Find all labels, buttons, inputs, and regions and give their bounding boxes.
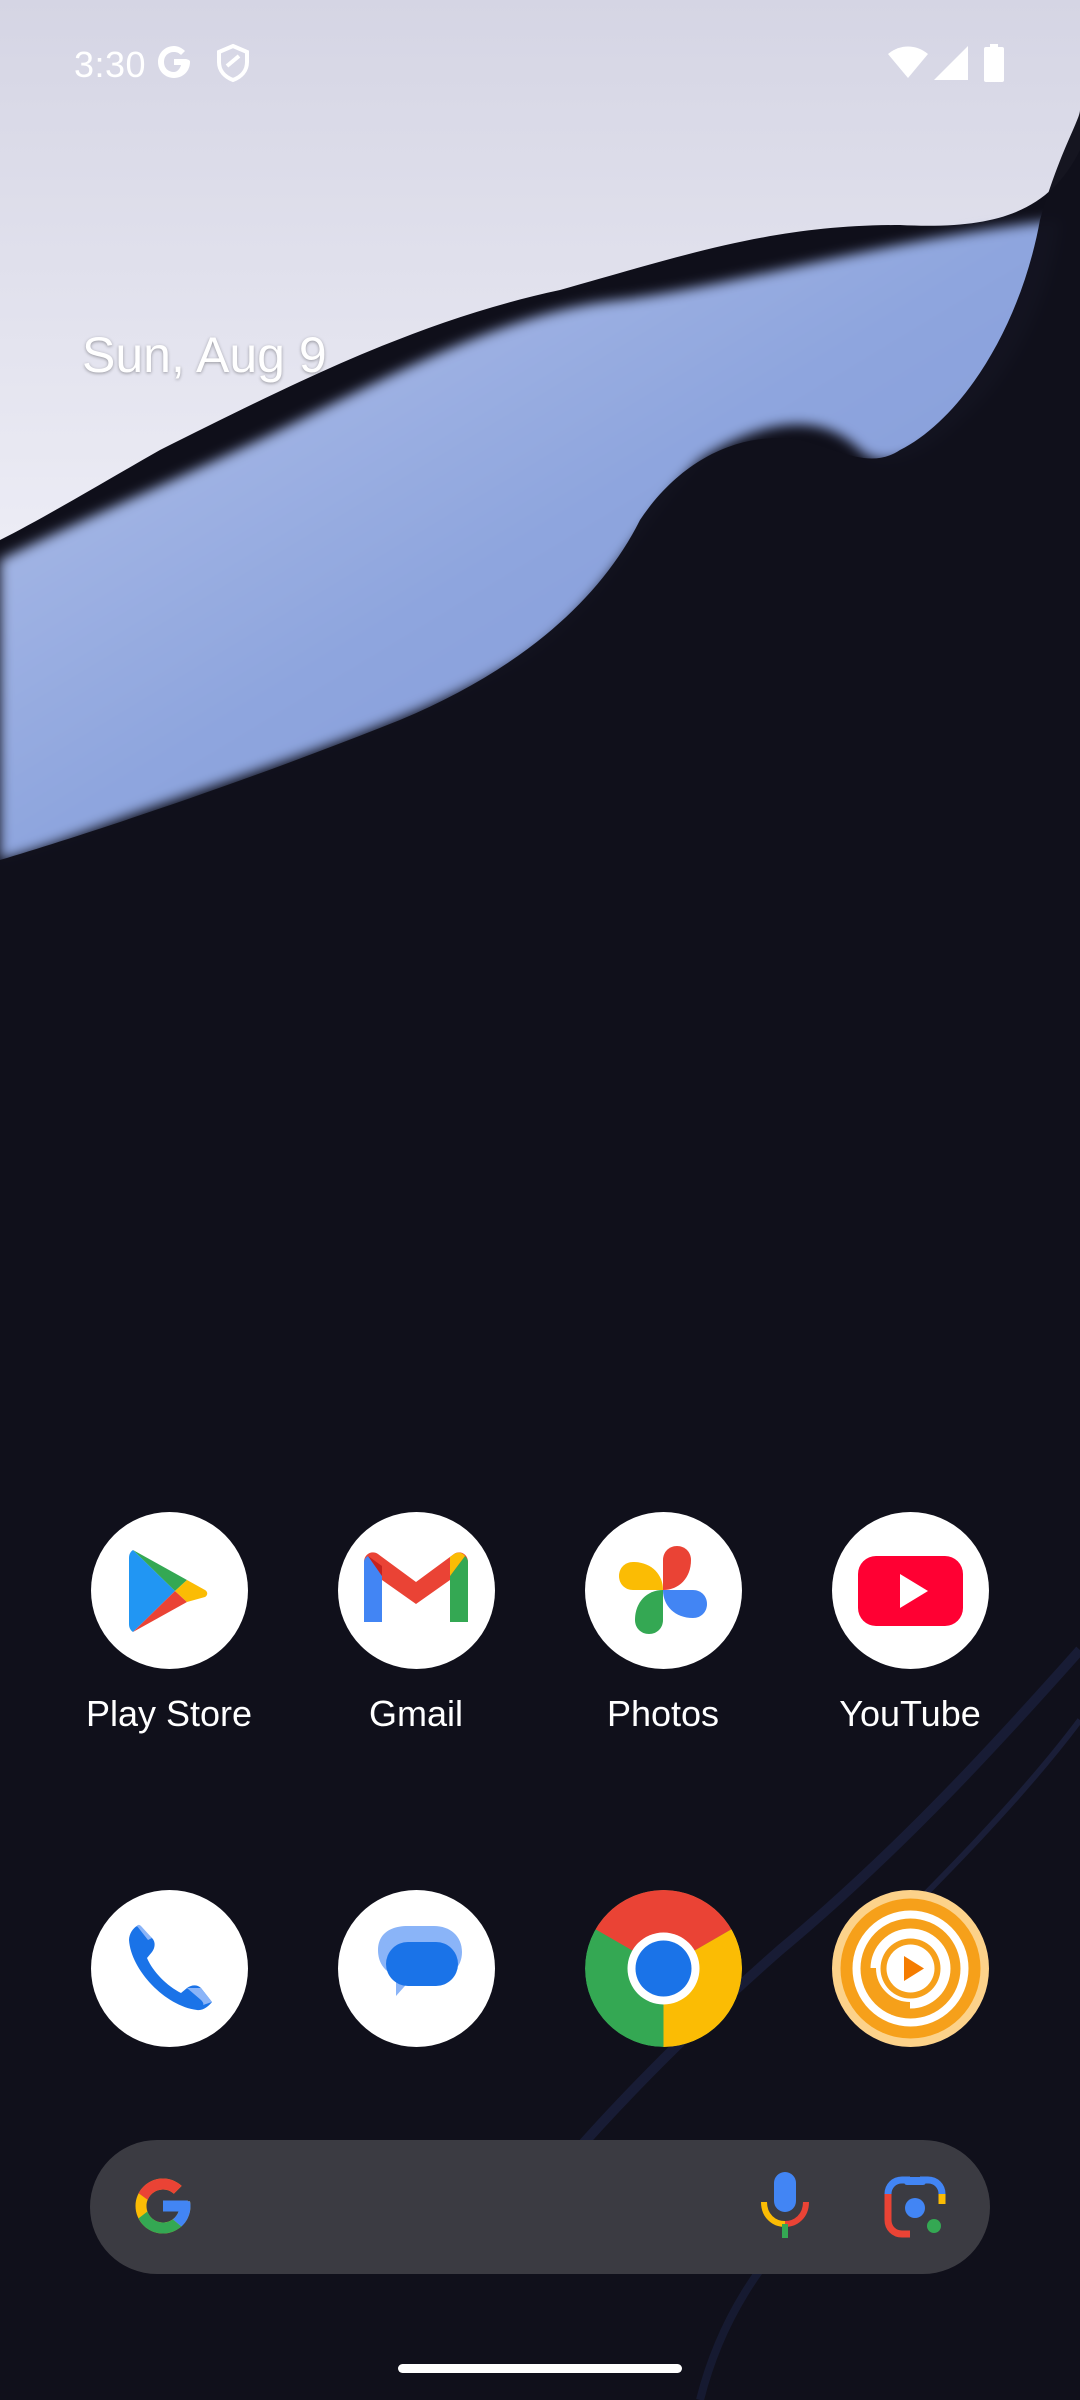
play-store-icon xyxy=(90,1512,248,1669)
gmail-icon xyxy=(337,1512,495,1669)
microphone-icon[interactable] xyxy=(758,2170,812,2246)
app-label: Gmail xyxy=(368,1693,463,1734)
phone-icon xyxy=(90,1890,248,2047)
google-lens-icon[interactable] xyxy=(882,2174,948,2244)
cellular-signal-icon xyxy=(934,46,968,84)
photos-icon xyxy=(584,1512,742,1669)
google-g-icon xyxy=(130,2173,196,2243)
app-photos[interactable]: Photos xyxy=(543,1512,783,1735)
battery-icon xyxy=(984,44,1004,86)
status-bar: 3:30 xyxy=(0,0,1080,130)
app-phone[interactable] xyxy=(49,1890,289,2047)
google-search-bar[interactable] xyxy=(90,2140,990,2274)
app-messages[interactable] xyxy=(296,1890,536,2047)
wifi-icon xyxy=(888,46,928,84)
date-widget[interactable]: Sun, Aug 9 xyxy=(82,326,327,384)
gesture-nav-handle[interactable] xyxy=(398,2364,682,2373)
shield-icon xyxy=(216,43,250,86)
messages-icon xyxy=(337,1890,495,2047)
app-gmail[interactable]: Gmail xyxy=(296,1512,536,1735)
app-podcast-player[interactable] xyxy=(790,1890,1030,2047)
app-play-store[interactable]: Play Store xyxy=(49,1512,289,1735)
app-label: Photos xyxy=(606,1693,720,1734)
youtube-icon xyxy=(831,1512,989,1669)
status-time: 3:30 xyxy=(74,44,147,85)
app-chrome[interactable] xyxy=(543,1890,783,2047)
chrome-icon xyxy=(584,1890,742,2047)
app-label: Play Store xyxy=(85,1693,253,1734)
podcast-player-icon xyxy=(831,1890,989,2047)
app-youtube[interactable]: YouTube xyxy=(790,1512,1030,1735)
google-g-icon xyxy=(156,44,192,84)
app-label: YouTube xyxy=(839,1693,981,1734)
